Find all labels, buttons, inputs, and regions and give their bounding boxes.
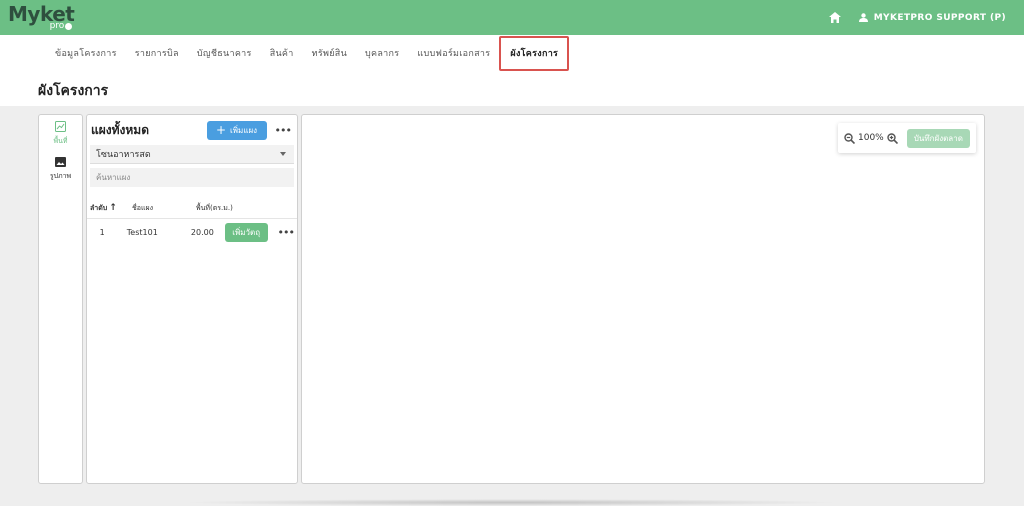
zoom-out-icon[interactable] (844, 129, 856, 148)
tool-area[interactable]: พื้นที่ (39, 115, 82, 147)
layout-canvas[interactable]: 100% บันทึกผังตลาด (301, 114, 985, 484)
row-area: 20.00 (190, 228, 214, 237)
zoom-in-icon[interactable] (887, 129, 898, 148)
search-input[interactable] (96, 173, 288, 182)
user-name: MYKETPRO SUPPORT (P) (873, 12, 1006, 23)
col-order[interactable]: ลำดับ ↑ (90, 203, 132, 214)
table-row[interactable]: 1 Test101 20.00 เพิ่มวัตถุ ••• (87, 219, 297, 246)
list-title: แผงทั้งหมด (91, 122, 150, 137)
zoom-toolbar: 100% บันทึกผังตลาด (838, 123, 976, 153)
logo-dot-icon (65, 23, 73, 30)
list-header: แผงทั้งหมด + เพิ่มแผง ••• (87, 115, 297, 145)
zoom-level: 100% (858, 133, 884, 143)
nav-assets[interactable]: ทรัพย์สิน (303, 35, 356, 71)
nav-bills[interactable]: รายการบิล (126, 35, 188, 71)
page-title: ผังโครงการ (38, 83, 109, 99)
image-icon (55, 157, 66, 169)
booth-table: ลำดับ ↑ ชื่อแผง พื้นที่(ตร.ม.) 1 Test101… (87, 199, 297, 246)
add-object-button[interactable]: เพิ่มวัตถุ (224, 223, 268, 242)
nav-products[interactable]: สินค้า (261, 35, 303, 71)
row-name: Test101 (126, 228, 158, 237)
nav-bank-accounts[interactable]: บัญชีธนาคาร (188, 35, 261, 71)
nav-document-forms[interactable]: แบบฟอร์มเอกสาร (408, 35, 499, 71)
area-chart-icon (55, 121, 66, 134)
save-layout-button[interactable]: บันทึกผังตลาด (906, 128, 970, 148)
zone-select[interactable]: โซนอาหารสด (90, 145, 294, 164)
booth-list-panel: แผงทั้งหมด + เพิ่มแผง ••• โซนอาหารสด ลำด… (86, 114, 298, 484)
row-more-options-icon[interactable]: ••• (278, 226, 295, 239)
nav-project-layout[interactable]: ผังโครงการ (499, 35, 570, 71)
chevron-down-icon (280, 152, 286, 156)
user-icon (858, 13, 868, 22)
top-bar: Myket pro MYKETPRO SUPPORT (P) (0, 0, 1024, 35)
tool-image[interactable]: รูปภาพ (39, 151, 82, 182)
add-booth-button[interactable]: + เพิ่มแผง (206, 120, 267, 140)
logo-sub: pro (50, 22, 73, 31)
sort-arrow-up-icon: ↑ (109, 203, 117, 213)
home-icon[interactable] (828, 12, 841, 23)
plus-icon: + (215, 123, 227, 137)
add-booth-label: เพิ่มแผง (230, 125, 258, 135)
logo-text: Myket (8, 2, 75, 26)
tool-image-label: รูปภาพ (49, 172, 72, 180)
logo-sub-text: pro (49, 21, 65, 31)
col-order-label: ลำดับ (90, 204, 108, 212)
more-options-icon[interactable]: ••• (275, 124, 292, 137)
tool-area-label: พื้นที่ (53, 137, 68, 145)
col-area: พื้นที่(ตร.ม.) (196, 204, 233, 212)
user-menu[interactable]: MYKETPRO SUPPORT (P) (858, 12, 1006, 23)
zone-select-value: โซนอาหารสด (96, 150, 151, 160)
app-logo[interactable]: Myket pro (8, 2, 75, 31)
col-name: ชื่อแผง (132, 204, 153, 212)
nav-personnel[interactable]: บุคลากร (356, 35, 408, 71)
nav-project-info[interactable]: ข้อมูลโครงการ (46, 35, 126, 71)
workspace: พื้นที่ รูปภาพ แผงทั้งหมด + เพิ่มแผง •••… (0, 106, 1024, 506)
tool-sidebar: พื้นที่ รูปภาพ (38, 114, 83, 484)
table-header: ลำดับ ↑ ชื่อแผง พื้นที่(ตร.ม.) (87, 199, 297, 219)
row-order: 1 (99, 228, 105, 237)
header-actions: MYKETPRO SUPPORT (P) (828, 12, 1006, 23)
main-nav: ข้อมูลโครงการ รายการบิล บัญชีธนาคาร สินค… (0, 35, 1024, 71)
search-field[interactable] (90, 168, 294, 187)
bottom-shadow (180, 499, 840, 506)
